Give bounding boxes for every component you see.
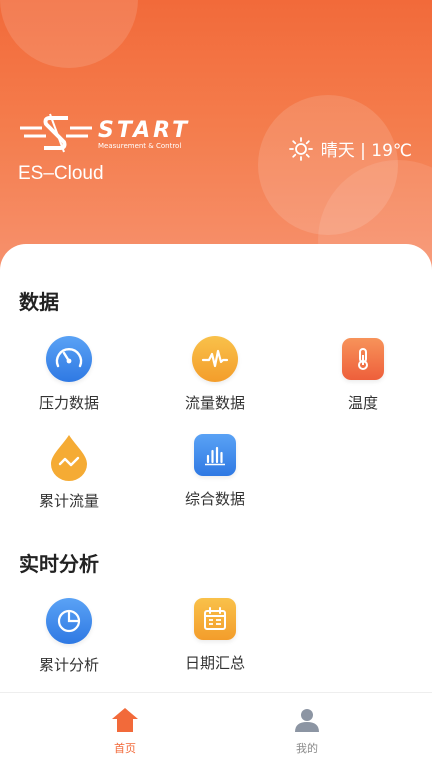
brand-subtitle: Measurement & Control <box>98 142 182 150</box>
weather-widget: 晴天 | 19℃ <box>288 136 412 161</box>
content-card: 数据 压力数据 流量数据 温度 累计流量 综合数据 实时分析 累计分析 日期汇总 <box>0 244 432 694</box>
menu-item-label: 流量数据 <box>184 394 245 412</box>
section-title-analysis: 实时分析 <box>19 552 99 576</box>
pie-chart-icon <box>46 598 92 644</box>
sun-icon <box>288 136 313 161</box>
home-icon <box>112 708 138 732</box>
menu-item-date-summary[interactable]: 日期汇总 <box>150 598 280 673</box>
pulse-icon <box>192 336 238 382</box>
decor-bubble <box>0 0 138 68</box>
bottom-tab-bar: 首页 我的 <box>0 692 432 768</box>
menu-item-label: 压力数据 <box>38 394 99 412</box>
menu-item-label: 累计分析 <box>38 656 99 674</box>
menu-item-label: 综合数据 <box>184 490 245 508</box>
menu-item-label: 日期汇总 <box>184 654 245 672</box>
brand-logo: START Measurement & Control <box>20 112 205 154</box>
user-icon <box>295 709 319 732</box>
bar-chart-icon <box>194 434 236 476</box>
section-title-data: 数据 <box>19 290 59 314</box>
brand-word: START <box>98 118 191 143</box>
tab-label: 我的 <box>296 742 318 755</box>
gauge-icon <box>46 336 92 382</box>
menu-item-flow[interactable]: 流量数据 <box>150 336 280 413</box>
logo-mark-icon <box>20 113 92 153</box>
drop-icon <box>46 434 92 481</box>
menu-item-cumulative-analysis[interactable]: 累计分析 <box>4 598 134 675</box>
menu-item-label: 累计流量 <box>38 492 99 510</box>
app-name: ES–Cloud <box>18 163 104 184</box>
tab-profile[interactable]: 我的 <box>267 707 347 756</box>
menu-item-composite[interactable]: 综合数据 <box>150 434 280 509</box>
calendar-icon <box>194 598 236 640</box>
menu-item-label: 温度 <box>347 394 378 412</box>
tab-label: 首页 <box>114 742 136 755</box>
tab-home[interactable]: 首页 <box>85 707 165 756</box>
menu-item-cumulative-flow[interactable]: 累计流量 <box>4 434 134 511</box>
thermometer-icon <box>342 338 384 380</box>
menu-item-pressure[interactable]: 压力数据 <box>4 336 134 413</box>
weather-text: 晴天 | 19℃ <box>320 141 412 161</box>
menu-item-temperature[interactable]: 温度 <box>298 338 428 413</box>
